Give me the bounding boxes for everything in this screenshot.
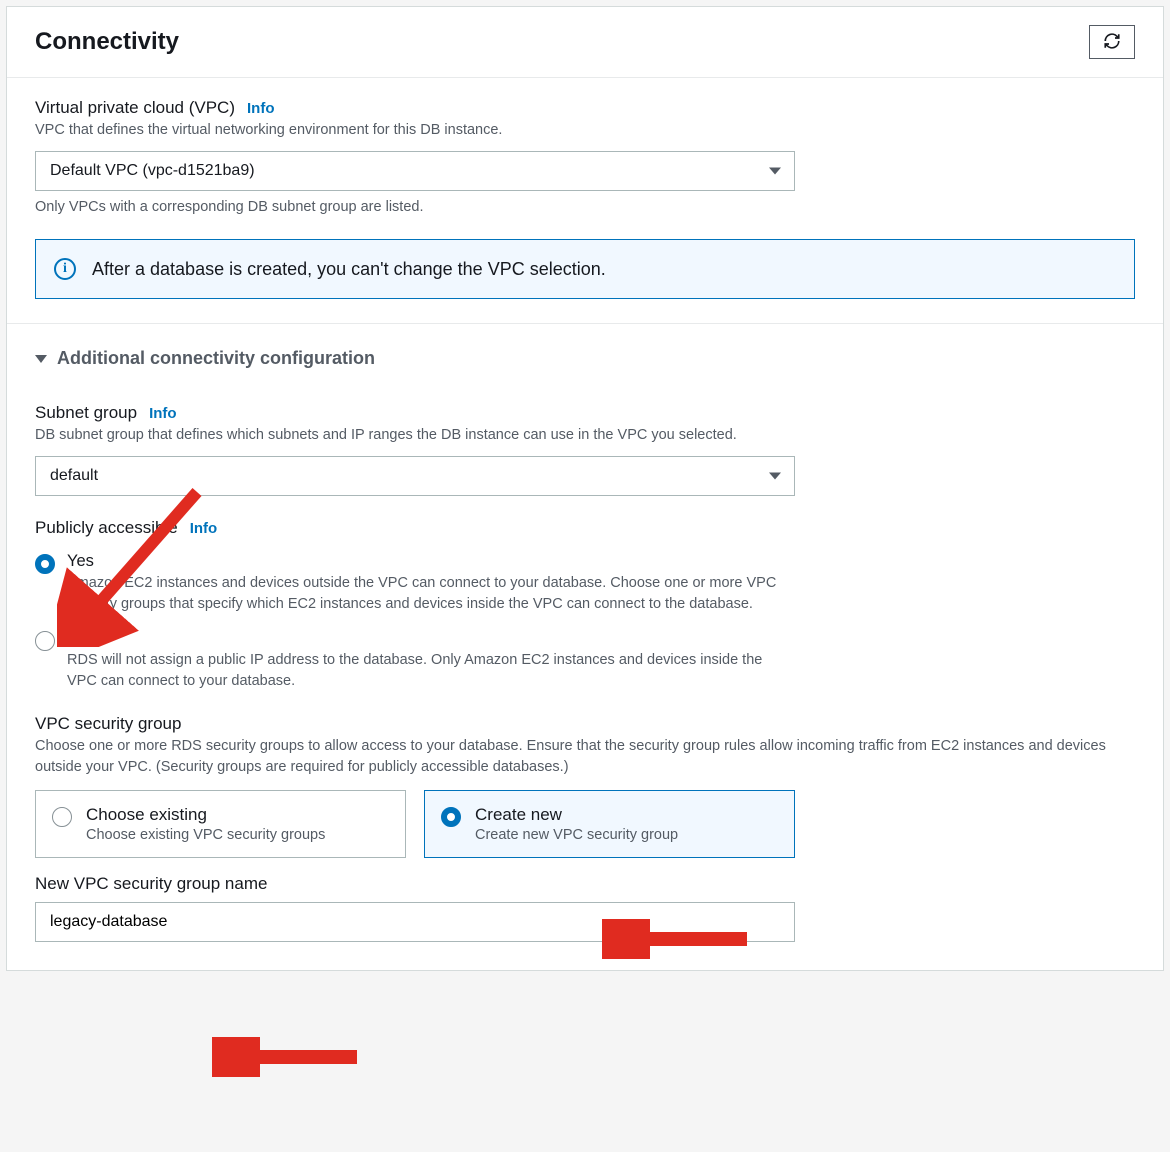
- subnet-label: Subnet group: [35, 403, 137, 423]
- vpc-alert: i After a database is created, you can't…: [35, 239, 1135, 299]
- public-info-link[interactable]: Info: [190, 520, 218, 537]
- expander-title: Additional connectivity configuration: [57, 348, 375, 369]
- public-no-title: No: [67, 629, 787, 648]
- sg-tile-choose-existing[interactable]: Choose existing Choose existing VPC secu…: [35, 790, 406, 858]
- subnet-select-value: default: [50, 467, 98, 485]
- info-icon: i: [54, 258, 76, 280]
- vpc-select[interactable]: Default VPC (vpc-d1521ba9): [35, 151, 795, 191]
- sg-existing-desc: Choose existing VPC security groups: [86, 827, 389, 843]
- vpc-label: Virtual private cloud (VPC): [35, 98, 235, 118]
- radio-icon: [35, 554, 55, 574]
- connectivity-panel: Connectivity Virtual private cloud (VPC)…: [6, 6, 1164, 971]
- public-option-no[interactable]: No RDS will not assign a public IP addre…: [35, 629, 1135, 692]
- additional-config-expander[interactable]: Additional connectivity configuration: [35, 324, 1135, 381]
- public-yes-desc: Amazon EC2 instances and devices outside…: [67, 573, 787, 615]
- vpc-hint: Only VPCs with a corresponding DB subnet…: [35, 199, 1135, 215]
- refresh-icon: [1103, 32, 1121, 53]
- refresh-button[interactable]: [1089, 25, 1135, 59]
- subnet-desc: DB subnet group that defines which subne…: [35, 425, 1135, 446]
- new-sg-name-field: New VPC security group name: [35, 874, 1135, 942]
- subnet-info-link[interactable]: Info: [149, 405, 177, 422]
- panel-title: Connectivity: [35, 28, 179, 56]
- sg-tile-create-new[interactable]: Create new Create new VPC security group: [424, 790, 795, 858]
- sg-desc: Choose one or more RDS security groups t…: [35, 736, 1135, 778]
- vpc-info-link[interactable]: Info: [247, 100, 275, 117]
- vpc-alert-text: After a database is created, you can't c…: [92, 259, 606, 280]
- chevron-down-icon: [769, 473, 781, 480]
- public-option-yes[interactable]: Yes Amazon EC2 instances and devices out…: [35, 552, 1135, 615]
- new-sg-label: New VPC security group name: [35, 874, 1135, 894]
- publicly-accessible-field: Publicly accessible Info Yes Amazon EC2 …: [35, 518, 1135, 692]
- subnet-select[interactable]: default: [35, 456, 795, 496]
- public-yes-title: Yes: [67, 552, 787, 571]
- chevron-down-icon: [769, 168, 781, 175]
- radio-icon: [441, 807, 461, 827]
- new-sg-name-input[interactable]: [35, 902, 795, 942]
- sg-label: VPC security group: [35, 714, 1135, 734]
- subnet-group-field: Subnet group Info DB subnet group that d…: [35, 403, 1135, 496]
- annotation-arrow-icon: [212, 1037, 372, 1077]
- panel-header: Connectivity: [7, 7, 1163, 78]
- vpc-field: Virtual private cloud (VPC) Info VPC tha…: [35, 98, 1135, 215]
- panel-body: Virtual private cloud (VPC) Info VPC tha…: [7, 78, 1163, 970]
- vpc-desc: VPC that defines the virtual networking …: [35, 120, 1135, 141]
- vpc-security-group-field: VPC security group Choose one or more RD…: [35, 714, 1135, 858]
- sg-new-title: Create new: [475, 805, 778, 825]
- sg-existing-title: Choose existing: [86, 805, 389, 825]
- public-label: Publicly accessible: [35, 518, 178, 538]
- radio-icon: [52, 807, 72, 827]
- radio-icon: [35, 631, 55, 651]
- chevron-down-icon: [35, 355, 47, 363]
- vpc-select-value: Default VPC (vpc-d1521ba9): [50, 162, 255, 180]
- sg-new-desc: Create new VPC security group: [475, 827, 778, 843]
- public-no-desc: RDS will not assign a public IP address …: [67, 650, 787, 692]
